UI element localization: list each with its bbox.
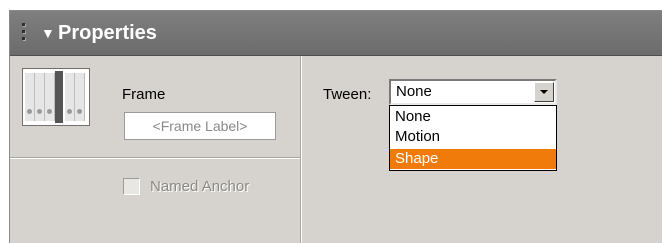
named-anchor-label: Named Anchor: [150, 178, 250, 195]
tween-option-none[interactable]: None: [390, 107, 556, 127]
tween-option-shape[interactable]: Shape: [390, 149, 556, 169]
tween-option-motion[interactable]: Motion: [390, 127, 556, 147]
properties-body: Frame <Frame Label> Named Anchor Tween: …: [10, 56, 662, 243]
panel-title: Properties: [58, 22, 157, 44]
tween-selected-value: None: [396, 83, 432, 100]
properties-panel: ▼ Properties Frame <Frame Label> Named A…: [9, 10, 662, 243]
named-anchor-checkbox[interactable]: [123, 178, 140, 195]
tween-dropdown-list: None Motion Shape: [389, 105, 557, 171]
frame-label: Frame: [122, 86, 166, 103]
frame-label-input[interactable]: <Frame Label>: [124, 112, 276, 140]
drag-grip-icon[interactable]: [22, 23, 30, 43]
row-divider-highlight: [10, 158, 300, 159]
column-divider-highlight: [301, 56, 302, 243]
panel-title-bar[interactable]: ▼ Properties: [10, 11, 662, 56]
tween-select[interactable]: None: [389, 79, 557, 105]
tween-label: Tween:: [323, 86, 372, 103]
chevron-down-icon[interactable]: [534, 82, 554, 102]
triangle-down-icon[interactable]: ▼: [41, 23, 55, 43]
frame-icon: [22, 68, 90, 126]
